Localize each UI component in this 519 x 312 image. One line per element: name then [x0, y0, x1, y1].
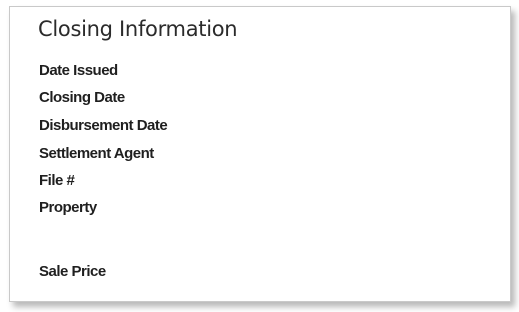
section-title: Closing Information	[38, 17, 238, 41]
closing-information-card: Closing Information Date Issued Closing …	[9, 6, 511, 302]
sale-price-label: Sale Price	[39, 263, 106, 280]
file-number-label: File #	[39, 172, 75, 189]
date-issued-label: Date Issued	[39, 62, 118, 79]
closing-date-label: Closing Date	[39, 89, 125, 106]
settlement-agent-label: Settlement Agent	[39, 145, 154, 162]
property-label: Property	[39, 199, 97, 216]
disbursement-date-label: Disbursement Date	[39, 117, 168, 134]
